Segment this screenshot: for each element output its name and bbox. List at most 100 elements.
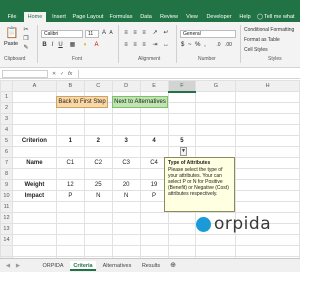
- align-right-icon[interactable]: ≡: [140, 42, 148, 49]
- row-header[interactable]: 6: [0, 146, 13, 158]
- row-header[interactable]: 2: [0, 102, 13, 114]
- criterion-number-cell[interactable]: 4: [139, 135, 169, 147]
- chevron-down-icon[interactable]: ▼: [180, 147, 187, 156]
- column-header[interactable]: G: [195, 80, 237, 92]
- formula-input[interactable]: [78, 70, 296, 78]
- weight-cell[interactable]: 25: [83, 179, 113, 191]
- select-all-corner[interactable]: [0, 80, 13, 92]
- tell-me-search[interactable]: Tell me what: [264, 13, 300, 22]
- tab-home[interactable]: Home: [24, 12, 46, 22]
- row-header[interactable]: 14: [0, 234, 13, 246]
- row-header[interactable]: 9: [0, 179, 13, 191]
- weight-label-cell[interactable]: Weight: [11, 179, 57, 191]
- scroll-right-icon[interactable]: ▶: [14, 261, 22, 271]
- fill-color-icon[interactable]: ◑: [80, 42, 89, 49]
- indent-icon[interactable]: ⇥: [151, 42, 159, 49]
- column-header[interactable]: C: [83, 80, 113, 92]
- column-header[interactable]: A: [11, 80, 57, 92]
- wrap-text-icon[interactable]: ↵: [162, 30, 170, 37]
- name-cell[interactable]: C2: [83, 157, 113, 169]
- tab-insert[interactable]: Insert: [50, 13, 68, 22]
- impact-cell[interactable]: N: [111, 190, 141, 202]
- tab-help[interactable]: Help: [238, 13, 252, 22]
- criterion-number-cell[interactable]: 3: [111, 135, 141, 147]
- align-center-icon[interactable]: ≡: [131, 42, 139, 49]
- sheet-tab-orpida[interactable]: ORPIDA: [40, 261, 66, 271]
- tab-file[interactable]: File: [4, 13, 20, 22]
- grow-font-icon[interactable]: A: [101, 30, 107, 37]
- cancel-icon[interactable]: ✕: [52, 70, 56, 78]
- bold-icon[interactable]: B: [41, 42, 48, 49]
- column-header[interactable]: H: [235, 80, 300, 92]
- italic-icon[interactable]: I: [49, 42, 56, 49]
- criterion-number-cell[interactable]: 2: [83, 135, 113, 147]
- align-left-icon[interactable]: ≡: [122, 42, 130, 49]
- cut-icon[interactable]: ✂: [22, 27, 30, 34]
- impact-label-cell[interactable]: Impact: [11, 190, 57, 202]
- row-header[interactable]: 12: [0, 212, 13, 224]
- conditional-formatting-button[interactable]: Conditional Formatting: [244, 27, 294, 33]
- tab-formulas[interactable]: Formulas: [108, 13, 134, 22]
- paste-label[interactable]: Paste: [4, 41, 18, 47]
- column-header[interactable]: D: [111, 80, 141, 92]
- tab-data[interactable]: Data: [138, 13, 154, 22]
- fx-label[interactable]: fx: [68, 70, 72, 78]
- row-header[interactable]: [0, 245, 13, 257]
- number-format-buttons[interactable]: $ ~ % ,: [181, 42, 207, 48]
- row-header[interactable]: 10: [0, 190, 13, 202]
- back-to-first-step-button[interactable]: Back to First Step: [56, 96, 108, 108]
- sheet-tab-alternatives[interactable]: Alternatives: [100, 261, 134, 271]
- row-header[interactable]: 3: [0, 113, 13, 125]
- merge-center-icon[interactable]: ↔: [162, 42, 170, 49]
- align-top-icon[interactable]: ≡: [122, 30, 130, 37]
- tab-review[interactable]: Review: [158, 13, 180, 22]
- align-middle-icon[interactable]: ≡: [131, 30, 139, 37]
- format-as-table-button[interactable]: Format as Table: [244, 37, 280, 43]
- weight-cell[interactable]: 12: [55, 179, 85, 191]
- row-header[interactable]: 4: [0, 124, 13, 136]
- name-cell[interactable]: C1: [55, 157, 85, 169]
- font-size-select[interactable]: 11: [85, 30, 99, 38]
- sheet-tab-criteria[interactable]: Criteria: [70, 261, 96, 271]
- number-format-select[interactable]: General: [180, 30, 236, 38]
- criterion-number-cell[interactable]: 5: [167, 135, 197, 147]
- underline-icon[interactable]: U: [57, 42, 64, 49]
- copy-icon[interactable]: ❐: [22, 36, 30, 43]
- row-header[interactable]: 8: [0, 168, 13, 180]
- align-bottom-icon[interactable]: ≡: [140, 30, 148, 37]
- cell-styles-button[interactable]: Cell Styles: [244, 47, 268, 53]
- decrease-decimal-icon[interactable]: .00: [224, 42, 233, 49]
- row-header[interactable]: 7: [0, 157, 13, 169]
- impact-cell[interactable]: N: [83, 190, 113, 202]
- impact-cell[interactable]: P: [55, 190, 85, 202]
- name-label-cell[interactable]: Name: [11, 157, 57, 169]
- next-to-alternatives-button[interactable]: Next to Alternatives: [112, 96, 168, 108]
- tab-developer[interactable]: Developer: [204, 13, 234, 22]
- scroll-left-icon[interactable]: ◀: [4, 261, 12, 271]
- borders-icon[interactable]: ▦: [68, 42, 77, 49]
- row-header[interactable]: 1: [0, 91, 13, 103]
- column-header[interactable]: B: [55, 80, 85, 92]
- criterion-label-cell[interactable]: Criterion: [11, 135, 57, 147]
- criterion-number-cell[interactable]: 1: [55, 135, 85, 147]
- row-header[interactable]: 5: [0, 135, 13, 147]
- enter-icon[interactable]: ✓: [60, 70, 64, 78]
- name-box[interactable]: [2, 70, 48, 78]
- column-header-selected[interactable]: F: [167, 80, 197, 93]
- font-name-select[interactable]: Calibri: [41, 30, 83, 38]
- tab-page-layout[interactable]: Page Layout: [72, 13, 104, 22]
- column-header[interactable]: E: [139, 80, 169, 92]
- font-color-icon[interactable]: A: [92, 42, 101, 49]
- paste-icon[interactable]: 📋: [5, 26, 19, 40]
- format-painter-icon[interactable]: ✎: [22, 45, 30, 52]
- add-sheet-icon[interactable]: ⊕: [168, 261, 178, 271]
- weight-cell[interactable]: 20: [111, 179, 141, 191]
- row-header[interactable]: 11: [0, 201, 13, 213]
- sheet-tab-results[interactable]: Results: [138, 261, 164, 271]
- tab-view[interactable]: View: [184, 13, 200, 22]
- orientation-icon[interactable]: ↗: [151, 30, 159, 37]
- row-header[interactable]: 13: [0, 223, 13, 235]
- increase-decimal-icon[interactable]: .0: [214, 42, 223, 49]
- shrink-font-icon[interactable]: A: [108, 30, 114, 37]
- name-cell[interactable]: C3: [111, 157, 141, 169]
